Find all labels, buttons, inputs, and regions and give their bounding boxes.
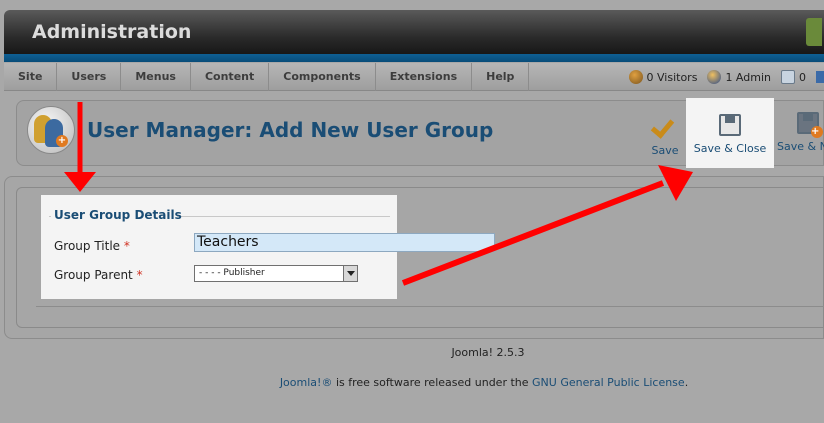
group-parent-label: Group Parent * xyxy=(54,268,143,282)
floppy-disk-icon xyxy=(719,114,741,136)
license-text: is free software released under the xyxy=(332,376,533,389)
menu-item-users[interactable]: Users xyxy=(57,63,122,91)
header-stripe xyxy=(4,54,824,62)
messages-icon xyxy=(781,70,795,84)
joomla-logo-icon xyxy=(806,18,822,46)
group-title-input[interactable]: Teachers xyxy=(194,233,495,252)
save-new-label: Save & N xyxy=(777,140,824,153)
footer-version: Joomla! 2.5.3 xyxy=(451,346,525,359)
footer-license: Joomla!® is free software released under… xyxy=(0,376,824,389)
menu-bar: Site Users Menus Content Components Exte… xyxy=(4,63,824,91)
floppy-disk-plus-icon xyxy=(797,112,823,138)
user-group-icon: + xyxy=(27,106,75,154)
logout-icon[interactable] xyxy=(816,71,824,83)
admin-header: Administration xyxy=(4,10,824,56)
group-parent-select[interactable]: - - - - Publisher xyxy=(194,265,358,282)
form-legend: User Group Details xyxy=(54,208,182,222)
license-end: . xyxy=(684,376,689,389)
joomla-link[interactable]: Joomla!® xyxy=(280,376,333,389)
messages-status[interactable]: 0 xyxy=(781,70,806,84)
save-close-label: Save & Close xyxy=(693,142,767,155)
menu-item-extensions[interactable]: Extensions xyxy=(376,63,473,91)
save-new-button[interactable]: Save & N xyxy=(777,112,824,153)
admins-status[interactable]: 1 Admin xyxy=(707,70,771,84)
divider xyxy=(36,306,824,307)
gpl-link[interactable]: GNU General Public License xyxy=(532,376,685,389)
admins-count: 1 Admin xyxy=(725,70,771,84)
menu-item-help[interactable]: Help xyxy=(472,63,530,91)
status-bar: 0 Visitors 1 Admin 0 xyxy=(628,63,824,91)
menu-item-content[interactable]: Content xyxy=(191,63,270,91)
menu-item-site[interactable]: Site xyxy=(4,63,58,91)
group-parent-value: - - - - Publisher xyxy=(199,268,265,278)
menu-item-components[interactable]: Components xyxy=(269,63,376,91)
save-button[interactable]: Save xyxy=(650,112,680,157)
page-title: User Manager: Add New User Group xyxy=(87,118,494,142)
messages-count: 0 xyxy=(799,70,806,84)
admin-icon xyxy=(707,70,722,84)
group-title-label: Group Title * xyxy=(54,239,130,253)
required-marker: * xyxy=(123,239,130,253)
check-icon xyxy=(652,112,678,138)
visitors-icon xyxy=(628,70,643,84)
chevron-down-icon[interactable] xyxy=(343,266,357,281)
save-close-button[interactable]: Save & Close xyxy=(686,114,774,155)
menu-item-menus[interactable]: Menus xyxy=(121,63,191,91)
visitors-count: 0 Visitors xyxy=(646,70,698,84)
header-title: Administration xyxy=(32,21,192,43)
save-label: Save xyxy=(651,144,679,157)
visitors-status[interactable]: 0 Visitors xyxy=(628,70,698,84)
required-marker: * xyxy=(136,268,143,282)
